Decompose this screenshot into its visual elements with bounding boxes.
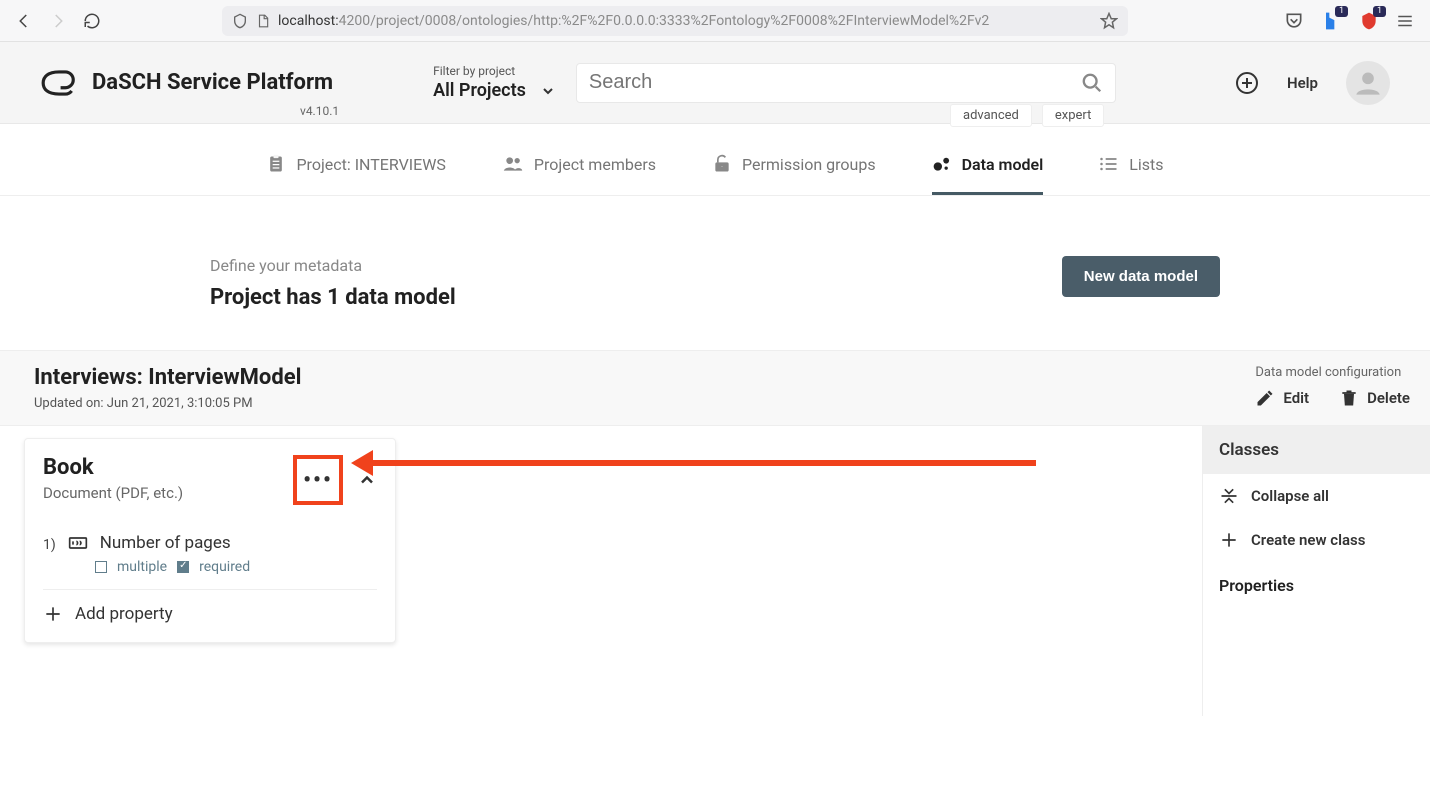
- side-panel: Classes Collapse all Create new class Pr…: [1202, 426, 1430, 716]
- tab-permissions[interactable]: Permission groups: [712, 136, 876, 195]
- pocket-icon[interactable]: [1284, 11, 1304, 31]
- model-config-label: Data model configuration: [1255, 365, 1410, 380]
- property-row: 1) Number of pages: [43, 533, 377, 553]
- clipboard-icon: [266, 154, 286, 174]
- search-mode-expert[interactable]: expert: [1042, 104, 1105, 127]
- trash-icon: [1339, 388, 1359, 408]
- bookmark-star-icon[interactable]: [1100, 12, 1118, 30]
- nav-back-button[interactable]: [10, 7, 38, 35]
- plus-icon: [43, 604, 63, 624]
- class-card-subtitle: Document (PDF, etc.): [43, 484, 183, 502]
- edit-ontology-button[interactable]: Edit: [1255, 388, 1309, 408]
- app-version: v4.10.1: [300, 104, 339, 118]
- user-avatar[interactable]: [1346, 61, 1390, 105]
- class-card-title: Book: [43, 455, 183, 480]
- delete-ontology-button[interactable]: Delete: [1339, 388, 1410, 408]
- multiple-checkbox[interactable]: [95, 561, 107, 573]
- address-bar[interactable]: localhost:4200/project/0008/ontologies/h…: [222, 6, 1128, 36]
- pencil-icon: [1255, 388, 1275, 408]
- bubble-chart-icon: [932, 154, 952, 174]
- hero-subtitle: Define your metadata: [210, 256, 456, 275]
- integer-property-icon: [66, 533, 90, 553]
- nav-forward-button[interactable]: [44, 7, 72, 35]
- annotation-arrow: [356, 460, 1036, 466]
- property-flags: multiple required: [95, 559, 377, 575]
- page-icon: [256, 13, 270, 29]
- help-link[interactable]: Help: [1287, 74, 1318, 92]
- add-property-button[interactable]: Add property: [43, 590, 377, 638]
- collapse-all-button[interactable]: Collapse all: [1203, 474, 1430, 518]
- people-icon: [502, 154, 524, 174]
- required-checkbox[interactable]: [177, 561, 189, 573]
- hamburger-menu-icon[interactable]: [1396, 12, 1414, 30]
- chevron-down-icon: [540, 83, 556, 99]
- search-icon[interactable]: [1081, 72, 1103, 94]
- filter-value-text: All Projects: [433, 80, 526, 101]
- ontology-updated: Updated on: Jun 21, 2021, 3:10:05 PM: [34, 396, 301, 411]
- list-icon: [1099, 154, 1119, 174]
- brand-title: DaSCH Service Platform: [92, 70, 333, 95]
- property-index: 1): [43, 537, 56, 553]
- brand-logo-icon: [40, 64, 78, 102]
- project-tabs: Project: INTERVIEWS Project members Perm…: [0, 136, 1430, 196]
- plus-icon: [1219, 530, 1239, 550]
- filter-label: Filter by project: [433, 64, 556, 78]
- extension-2-icon[interactable]: 1: [1358, 10, 1380, 32]
- tab-project[interactable]: Project: INTERVIEWS: [266, 136, 445, 195]
- property-name: Number of pages: [100, 533, 231, 553]
- tab-data-model[interactable]: Data model: [932, 136, 1044, 195]
- shield-icon: [232, 13, 248, 29]
- create-class-button[interactable]: Create new class: [1203, 518, 1430, 562]
- lock-open-icon: [712, 154, 732, 174]
- tab-members[interactable]: Project members: [502, 136, 656, 195]
- search-mode-advanced[interactable]: advanced: [950, 104, 1032, 127]
- add-circle-icon[interactable]: [1235, 71, 1259, 95]
- nav-reload-button[interactable]: [78, 7, 106, 35]
- tab-lists[interactable]: Lists: [1099, 136, 1163, 195]
- search-input[interactable]: [589, 71, 1081, 94]
- project-filter-dropdown[interactable]: Filter by project All Projects: [433, 64, 556, 101]
- extension-1-icon[interactable]: 1: [1320, 10, 1342, 32]
- side-section-properties[interactable]: Properties: [1203, 562, 1430, 609]
- ontology-title: Interviews: InterviewModel: [34, 365, 301, 390]
- search-field[interactable]: [576, 63, 1116, 103]
- url-text: localhost:4200/project/0008/ontologies/h…: [278, 13, 1092, 29]
- class-more-menu-button[interactable]: •••: [293, 455, 343, 505]
- side-section-classes[interactable]: Classes: [1203, 426, 1430, 474]
- hero-title: Project has 1 data model: [210, 285, 456, 310]
- collapse-icon: [1219, 486, 1239, 506]
- new-data-model-button[interactable]: New data model: [1062, 256, 1220, 297]
